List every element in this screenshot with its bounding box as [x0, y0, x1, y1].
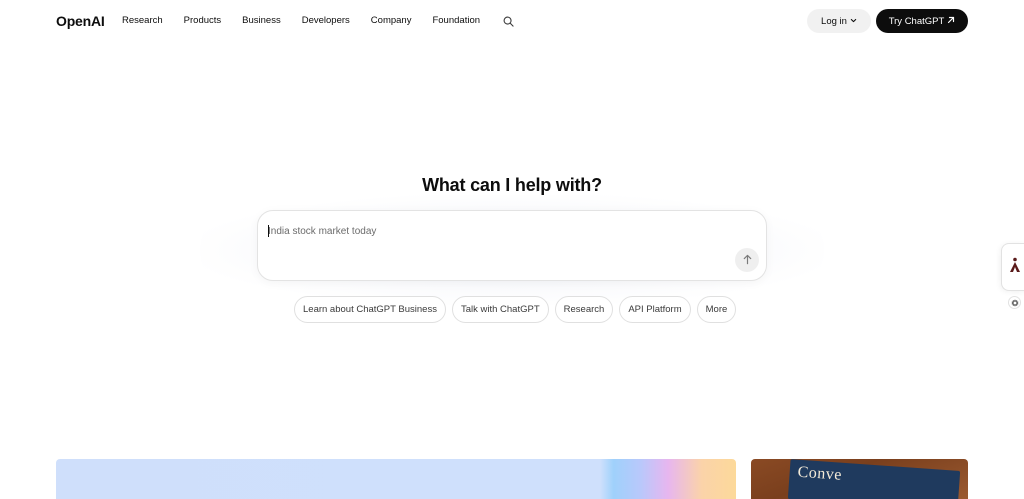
try-chatgpt-button[interactable]: Try ChatGPT: [876, 9, 968, 33]
prompt-box[interactable]: [257, 210, 767, 281]
nav-item-business[interactable]: Business: [242, 12, 281, 30]
chip-more[interactable]: More: [696, 296, 737, 323]
assistant-logo-icon: [1009, 257, 1021, 278]
nav-item-company[interactable]: Company: [371, 12, 412, 30]
chip-api-platform[interactable]: API Platform: [619, 296, 691, 323]
nav-item-developers[interactable]: Developers: [302, 12, 350, 30]
suggestion-chips: Learn about ChatGPT Business Talk with C…: [294, 296, 737, 323]
text-caret: [268, 225, 269, 237]
nav-item-foundation[interactable]: Foundation: [432, 12, 480, 30]
feature-card-gradient[interactable]: [56, 459, 736, 499]
nav-item-research[interactable]: Research: [122, 12, 163, 30]
feature-card-book[interactable]: Conve: [751, 459, 968, 499]
send-button[interactable]: [735, 248, 759, 272]
gear-icon[interactable]: [1008, 296, 1021, 309]
book-title: Conve: [797, 463, 843, 484]
hero-title: What can I help with?: [422, 175, 602, 195]
nav-item-products[interactable]: Products: [184, 12, 222, 30]
chip-learn-chatgpt-business[interactable]: Learn about ChatGPT Business: [294, 296, 446, 323]
search-icon[interactable]: [501, 14, 515, 28]
book-image: Conve: [787, 459, 961, 499]
arrow-up-icon: [742, 253, 753, 268]
try-chatgpt-label: Try ChatGPT: [888, 15, 945, 27]
chevron-down-icon: [850, 16, 857, 27]
chip-research[interactable]: Research: [554, 296, 614, 323]
side-widget[interactable]: [1001, 243, 1024, 291]
main-nav: Research Products Business Developers Co…: [122, 12, 515, 30]
chip-talk-with-chatgpt[interactable]: Talk with ChatGPT: [451, 296, 549, 323]
arrow-up-right-icon: [947, 16, 955, 27]
site-header: OpenAI Research Products Business Develo…: [0, 0, 1024, 42]
login-label: Log in: [821, 15, 847, 27]
login-button[interactable]: Log in: [807, 9, 871, 33]
openai-logo[interactable]: OpenAI: [56, 12, 105, 30]
prompt-input[interactable]: [268, 221, 728, 241]
